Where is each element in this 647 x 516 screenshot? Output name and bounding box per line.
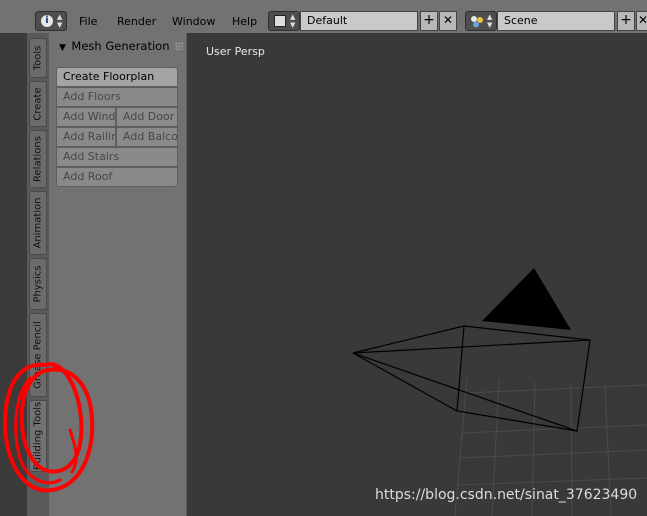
create-floorplan-button[interactable]: Create Floorplan — [56, 67, 178, 87]
viewport-scene — [352, 268, 647, 516]
close-icon: ✕ — [442, 13, 454, 27]
panel-title: Mesh Generation — [71, 39, 170, 53]
add-screen-button[interactable]: + — [420, 11, 438, 31]
scene-selector[interactable]: ▲ ▼ — [465, 11, 497, 31]
chevron-updown-icon: ▲ ▼ — [487, 13, 493, 29]
tool-tabs: Tools Create Relations Animation Physics… — [27, 33, 49, 516]
camera-frustum — [352, 325, 591, 432]
add-stairs-button[interactable]: Add Stairs — [56, 147, 178, 167]
menu-file[interactable]: File — [79, 15, 97, 28]
add-railing-button[interactable]: Add Railin — [56, 127, 116, 147]
info-header: i ▲ ▼ File Render Window Help ▲ ▼ Default … — [0, 0, 647, 34]
left-editor-border — [0, 33, 27, 516]
scene-field[interactable]: Scene — [497, 11, 615, 31]
tab-tools[interactable]: Tools — [29, 38, 47, 78]
delete-scene-button[interactable]: ✕ — [636, 11, 647, 31]
scene-value: Scene — [504, 14, 538, 27]
tab-physics[interactable]: Physics — [29, 258, 47, 310]
tab-animation[interactable]: Animation — [29, 191, 47, 255]
3d-viewport[interactable]: User Persp https://blog.csdn.net/sinat_3… — [187, 33, 647, 516]
tab-relations[interactable]: Relations — [29, 130, 47, 188]
tool-panel: ▼ Mesh Generation Create Floorplan Add F… — [49, 33, 187, 516]
chevron-updown-icon: ▲ ▼ — [290, 13, 296, 29]
watermark: https://blog.csdn.net/sinat_37623490 — [375, 487, 638, 503]
tab-building-tools[interactable]: Building Tools — [29, 400, 47, 472]
tab-grease-pencil[interactable]: Grease Pencil — [29, 313, 47, 397]
menu-window[interactable]: Window — [172, 15, 215, 28]
panel-header[interactable]: ▼ Mesh Generation — [59, 39, 183, 55]
editor-type-button[interactable]: i ▲ ▼ — [35, 11, 67, 31]
plus-icon: + — [620, 12, 632, 28]
delete-screen-button[interactable]: ✕ — [439, 11, 457, 31]
screen-layout-field[interactable]: Default — [300, 11, 418, 31]
tab-create[interactable]: Create — [29, 81, 47, 127]
info-icon: i — [41, 15, 53, 27]
screen-layout-selector[interactable]: ▲ ▼ — [268, 11, 300, 31]
screen-layout-value: Default — [307, 14, 348, 27]
plus-icon: + — [423, 12, 435, 28]
add-scene-button[interactable]: + — [617, 11, 635, 31]
drag-handle-icon[interactable] — [175, 42, 183, 50]
menu-help[interactable]: Help — [232, 15, 257, 28]
layout-icon — [274, 15, 286, 27]
triangle-down-icon: ▼ — [59, 43, 66, 53]
scene-icon — [470, 15, 484, 28]
close-icon: ✕ — [637, 13, 647, 27]
chevron-updown-icon: ▲ ▼ — [57, 13, 63, 29]
add-floors-button[interactable]: Add Floors — [56, 87, 178, 107]
camera-up-triangle — [482, 268, 571, 330]
add-balcony-button[interactable]: Add Balco — [116, 127, 178, 147]
add-roof-button[interactable]: Add Roof — [56, 167, 178, 187]
add-door-button[interactable]: Add Door — [116, 107, 178, 127]
menu-render[interactable]: Render — [117, 15, 156, 28]
add-window-button[interactable]: Add Wind — [56, 107, 116, 127]
